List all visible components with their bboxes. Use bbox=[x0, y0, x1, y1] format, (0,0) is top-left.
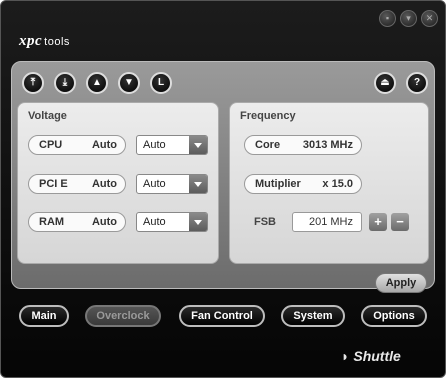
swoosh-icon: ◗ bbox=[341, 348, 350, 364]
main-panel: ⤒ ⤓ ▲ ▼ L ⏏ ? Voltage CPU Auto Auto PCI … bbox=[11, 61, 435, 289]
up-icon[interactable]: ▲ bbox=[86, 72, 108, 94]
minimize-icon[interactable]: ▪ bbox=[379, 10, 396, 27]
cpu-value: Auto bbox=[91, 139, 117, 151]
logo-xpc: xpc bbox=[19, 33, 43, 49]
chevron-down-icon[interactable] bbox=[189, 136, 207, 154]
chevron-down-icon[interactable] bbox=[189, 175, 207, 193]
cpu-voltage-readout: CPU Auto bbox=[28, 135, 126, 155]
ram-label: RAM bbox=[39, 216, 65, 228]
fsb-label: FSB bbox=[254, 216, 276, 228]
down-icon[interactable]: ▼ bbox=[118, 72, 140, 94]
cpu-label: CPU bbox=[39, 139, 63, 151]
bottom-icon[interactable]: ⤓ bbox=[54, 72, 76, 94]
brand-text: Shuttle bbox=[353, 348, 401, 364]
nav-options-button[interactable]: Options bbox=[361, 305, 427, 327]
ram-value: Auto bbox=[91, 216, 117, 228]
eject-icon[interactable]: ⏏ bbox=[374, 72, 396, 94]
ram-select-value: Auto bbox=[143, 216, 166, 228]
cpu-voltage-select[interactable]: Auto bbox=[136, 135, 208, 155]
voltage-title: Voltage bbox=[28, 110, 67, 122]
core-value: 3013 MHz bbox=[302, 139, 353, 151]
fsb-increase-button[interactable]: + bbox=[369, 213, 387, 231]
chevron-down-icon[interactable] bbox=[189, 213, 207, 231]
nav-system-button[interactable]: System bbox=[281, 305, 345, 327]
multiplier-label: Mutiplier bbox=[255, 178, 301, 190]
logo-tools: tools bbox=[44, 36, 70, 48]
apply-button[interactable]: Apply bbox=[375, 273, 427, 293]
nav-main-button[interactable]: Main bbox=[19, 305, 69, 327]
ram-voltage-readout: RAM Auto bbox=[28, 212, 126, 232]
fsb-decrease-button[interactable]: − bbox=[391, 213, 409, 231]
top-icon[interactable]: ⤒ bbox=[22, 72, 44, 94]
multiplier-readout: Mutiplier x 15.0 bbox=[244, 174, 362, 194]
fsb-value: 201 MHz bbox=[292, 212, 362, 232]
frequency-group: Frequency Core 3013 MHz Mutiplier x 15.0… bbox=[229, 102, 429, 264]
help-icon[interactable]: ? bbox=[406, 72, 428, 94]
core-label: Core bbox=[255, 139, 281, 151]
voltage-group: Voltage CPU Auto Auto PCI E Auto Auto RA… bbox=[17, 102, 219, 264]
pcie-voltage-readout: PCI E Auto bbox=[28, 174, 126, 194]
shuttle-logo: ◗ Shuttle bbox=[341, 348, 401, 364]
pcie-select-value: Auto bbox=[143, 178, 166, 190]
app-window: xpc tools ▪ ▾ ✕ ⤒ ⤓ ▲ ▼ L ⏏ ? Voltage CPU… bbox=[0, 0, 446, 378]
pcie-label: PCI E bbox=[39, 178, 68, 190]
frequency-title: Frequency bbox=[240, 110, 296, 122]
cpu-select-value: Auto bbox=[143, 139, 166, 151]
nav-fan-control-button[interactable]: Fan Control bbox=[179, 305, 265, 327]
close-icon[interactable]: ✕ bbox=[421, 10, 438, 27]
core-readout: Core 3013 MHz bbox=[244, 135, 362, 155]
multiplier-value: x 15.0 bbox=[322, 178, 353, 190]
xpc-tools-logo: xpc tools bbox=[19, 33, 70, 50]
restore-icon[interactable]: ▾ bbox=[400, 10, 417, 27]
nav-overclock-button[interactable]: Overclock bbox=[85, 305, 161, 327]
l-icon[interactable]: L bbox=[150, 72, 172, 94]
pcie-value: Auto bbox=[91, 178, 117, 190]
pcie-voltage-select[interactable]: Auto bbox=[136, 174, 208, 194]
ram-voltage-select[interactable]: Auto bbox=[136, 212, 208, 232]
